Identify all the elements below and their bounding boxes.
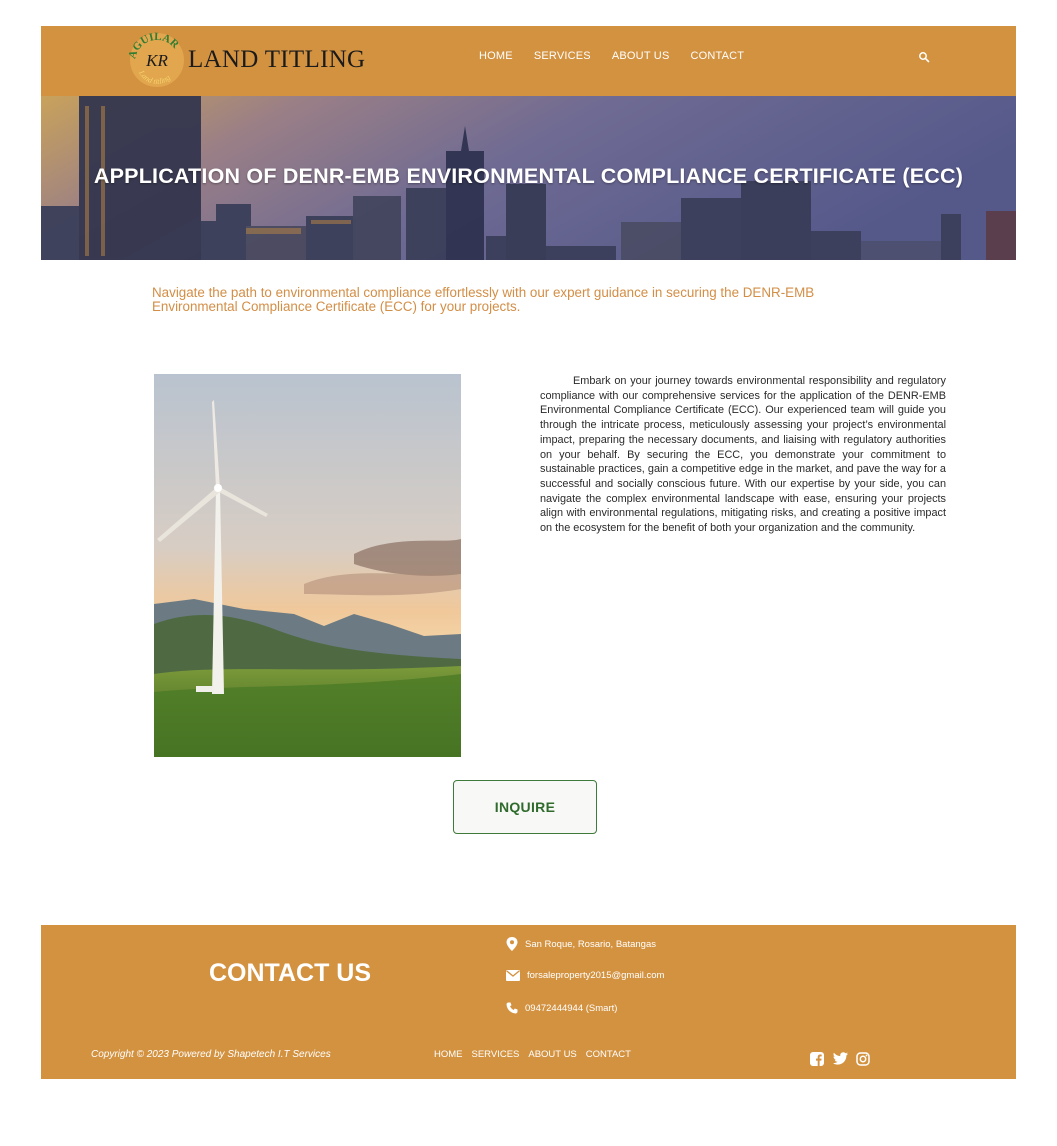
phone-icon — [506, 1002, 518, 1014]
footer-nav-contact[interactable]: CONTACT — [586, 1049, 631, 1060]
instagram-icon[interactable] — [856, 1052, 870, 1066]
nav-home[interactable]: HOME — [479, 50, 513, 62]
logo-emblem-icon: AGUILAR KR Land titling — [127, 31, 184, 87]
hero-banner: APPLICATION OF DENR-EMB ENVIRONMENTAL CO… — [41, 96, 1016, 260]
nav-contact[interactable]: CONTACT — [690, 50, 744, 62]
site-footer: CONTACT US San Roque, Rosario, Batangas … — [41, 925, 1016, 1079]
twitter-icon[interactable] — [833, 1052, 848, 1066]
contact-phone[interactable]: 09472444944 (Smart) — [506, 1002, 617, 1014]
nav-services[interactable]: SERVICES — [534, 50, 591, 62]
footer-nav: HOME SERVICES ABOUT US CONTACT — [434, 1049, 631, 1060]
page-title: APPLICATION OF DENR-EMB ENVIRONMENTAL CO… — [93, 164, 964, 188]
address-text: San Roque, Rosario, Batangas — [525, 938, 656, 950]
copyright-text: Copyright © 2023 Powered by Shapetech I.… — [91, 1049, 331, 1060]
search-icon[interactable] — [918, 51, 930, 63]
logo-text: LAND TITLING — [188, 46, 366, 73]
social-links — [810, 1052, 870, 1066]
main-nav: HOME SERVICES ABOUT US CONTACT — [479, 50, 744, 62]
inquire-button[interactable]: INQUIRE — [453, 780, 597, 834]
contact-email[interactable]: forsaleproperty2015@gmail.com — [506, 970, 664, 981]
email-text: forsaleproperty2015@gmail.com — [527, 970, 665, 981]
footer-nav-services[interactable]: SERVICES — [472, 1049, 520, 1060]
site-logo[interactable]: AGUILAR KR Land titling LAND TITLING — [127, 30, 367, 90]
site-header: AGUILAR KR Land titling LAND TITLING HOM… — [41, 26, 1016, 96]
phone-text: 09472444944 (Smart) — [525, 1002, 618, 1014]
facebook-icon[interactable] — [810, 1052, 824, 1066]
location-pin-icon — [506, 937, 518, 951]
footer-nav-home[interactable]: HOME — [434, 1049, 463, 1060]
description-text: Embark on your journey towards environme… — [540, 375, 946, 535]
intro-text: Navigate the path to environmental compl… — [152, 285, 815, 314]
contact-address: San Roque, Rosario, Batangas — [506, 937, 656, 951]
envelope-icon — [506, 970, 520, 981]
footer-nav-about-us[interactable]: ABOUT US — [528, 1049, 576, 1060]
contact-title: CONTACT US — [209, 959, 372, 987]
nav-about-us[interactable]: ABOUT US — [612, 50, 670, 62]
wind-turbine-image — [154, 374, 461, 757]
logo-monogram: KR — [145, 51, 168, 70]
